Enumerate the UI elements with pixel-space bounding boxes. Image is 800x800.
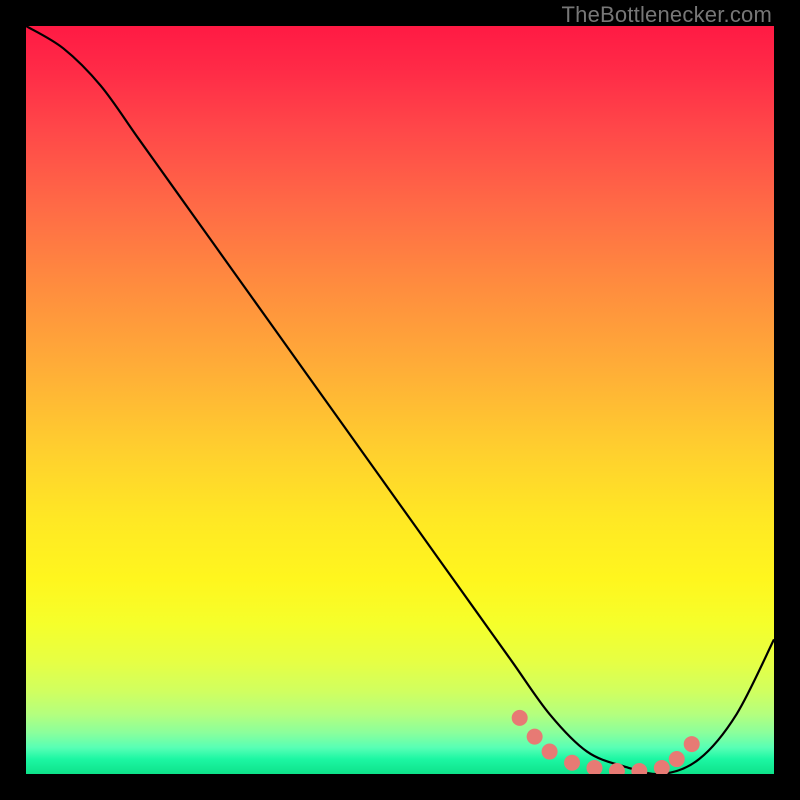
curve-marker: [542, 744, 558, 760]
curve-marker: [564, 755, 580, 771]
bottleneck-curve-path: [26, 26, 774, 774]
bottleneck-curve-svg: [26, 26, 774, 774]
curve-marker: [654, 760, 670, 774]
curve-marker: [586, 760, 602, 774]
curve-marker: [512, 710, 528, 726]
plot-area: [26, 26, 774, 774]
chart-frame: TheBottlenecker.com: [0, 0, 800, 800]
curve-markers: [512, 710, 700, 774]
attribution-text: TheBottlenecker.com: [562, 2, 772, 28]
curve-marker: [669, 751, 685, 767]
curve-marker: [631, 763, 647, 774]
curve-marker: [609, 763, 625, 774]
curve-marker: [684, 736, 700, 752]
curve-marker: [527, 729, 543, 745]
